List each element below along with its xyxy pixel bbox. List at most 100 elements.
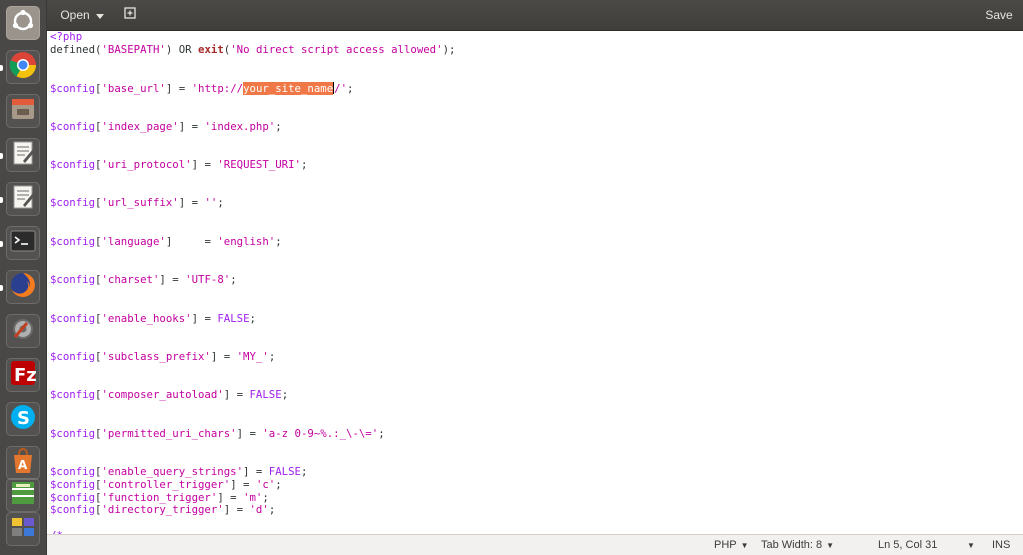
- code-token: 'language': [101, 234, 166, 248]
- code-token: $config: [50, 426, 96, 440]
- code-token: ;: [300, 157, 308, 171]
- firefox-launcher[interactable]: [4, 268, 42, 306]
- code-token: $config: [50, 503, 96, 517]
- status-bar: PHP ▼ Tab Width: 8 ▼ Ln 5, Col 31 ▼ INS: [47, 534, 1023, 555]
- code-line: $config['url_suffix'] = '';: [50, 196, 455, 210]
- file-manager-launcher[interactable]: [4, 92, 42, 130]
- new-tab-button[interactable]: [117, 3, 143, 26]
- code-token: =: [249, 465, 269, 479]
- code-token: =: [172, 82, 192, 96]
- chevron-down-icon: [95, 8, 104, 22]
- code-token: $config: [50, 273, 96, 287]
- code-token: ;: [268, 349, 276, 363]
- code-token: =: [230, 503, 250, 517]
- code-token: $config: [50, 349, 96, 363]
- text-editor-active-icon: [9, 183, 37, 215]
- language-selector[interactable]: PHP ▼: [714, 535, 749, 555]
- code-token: ) OR: [165, 42, 199, 56]
- running-indicator: [0, 285, 3, 291]
- text-editor-active-launcher[interactable]: [4, 180, 42, 218]
- chevron-down-icon: ▼: [740, 540, 749, 550]
- code-token: 'directory_trigger': [101, 503, 224, 517]
- code-token: 'd': [249, 503, 269, 517]
- skype-launcher[interactable]: S: [4, 400, 42, 438]
- code-token: =: [217, 349, 237, 363]
- code-token: 'index.php': [204, 119, 276, 133]
- code-token: 'uri_protocol': [101, 157, 192, 171]
- cursor-position-label: Ln 5, Col 31: [878, 539, 938, 551]
- code-token: 'c': [255, 477, 276, 491]
- code-token: ;: [275, 119, 282, 133]
- code-token: ;: [249, 311, 256, 325]
- code-token: =: [172, 234, 218, 248]
- text-editor-area[interactable]: <?php defined('BASEPATH') OR exit('No dir…: [47, 31, 1023, 535]
- code-token: 'm': [243, 490, 263, 504]
- code-token: =: [185, 119, 205, 133]
- chevron-down-icon: ▼: [826, 540, 835, 550]
- code-token: );: [442, 42, 456, 56]
- chrome-icon: [9, 51, 37, 83]
- terminal-icon: [9, 227, 37, 259]
- code-token: '': [204, 196, 218, 210]
- save-button-label: Save: [985, 7, 1013, 22]
- code-line: $config['composer_autoload'] = FALSE;: [50, 388, 455, 402]
- code-token: ;: [300, 465, 308, 479]
- code-token: 'index_page': [101, 119, 179, 133]
- code-line: $config['directory_trigger'] = 'd';: [50, 504, 455, 517]
- calculator-launcher[interactable]: [4, 476, 42, 514]
- code-token: 'composer_autoload': [101, 388, 224, 402]
- code-token: 'No direct script access allowed': [230, 42, 443, 56]
- tab-width-label: Tab Width: 8: [761, 539, 823, 551]
- code-token: 'function_trigger': [101, 490, 218, 504]
- code-token: defined(: [50, 42, 102, 56]
- workspace-switcher-launcher[interactable]: [4, 510, 42, 548]
- code-token: $config: [50, 465, 96, 479]
- code-token: ;: [275, 477, 282, 491]
- filezilla-launcher[interactable]: Fz: [4, 356, 42, 394]
- running-indicator: [0, 241, 3, 247]
- text-editor-launcher[interactable]: [4, 136, 42, 174]
- code-token: =: [243, 426, 263, 440]
- tab-width-selector[interactable]: Tab Width: 8 ▼: [761, 535, 834, 555]
- code-token: ;: [378, 426, 385, 440]
- code-token: $config: [50, 119, 96, 133]
- position-dropdown[interactable]: ▼: [963, 535, 975, 555]
- system-settings-icon: [9, 315, 37, 347]
- code-token: ;: [281, 388, 289, 402]
- code-token: 'BASEPATH': [101, 42, 166, 56]
- code-line: $config['index_page'] = 'index.php';: [50, 119, 455, 134]
- new-document-icon: [124, 7, 136, 22]
- insert-mode-indicator[interactable]: INS: [992, 535, 1010, 555]
- code-token: FALSE: [249, 388, 282, 402]
- code-token: exit: [198, 42, 224, 56]
- terminal-launcher[interactable]: [4, 224, 42, 262]
- open-button[interactable]: Open: [53, 3, 111, 26]
- cursor-position[interactable]: Ln 5, Col 31: [878, 535, 937, 555]
- code-token: ;: [275, 234, 282, 248]
- code-token: 'subclass_prefix': [101, 349, 211, 363]
- code-token: =: [198, 157, 218, 171]
- code-line: $config['language'] = 'english';: [50, 234, 455, 249]
- running-indicator: [0, 65, 3, 71]
- save-button[interactable]: Save: [979, 3, 1019, 26]
- chrome-launcher[interactable]: [4, 48, 42, 86]
- running-indicator: [0, 153, 3, 159]
- code-token: ;: [217, 196, 224, 210]
- code-token: 'base_url': [101, 82, 166, 96]
- calculator-icon: [9, 479, 37, 511]
- code-token: =: [236, 477, 256, 491]
- system-settings-launcher[interactable]: [4, 312, 42, 350]
- code-line: $config['enable_hooks'] = FALSE;: [50, 311, 455, 326]
- code-token: 'http://: [191, 82, 244, 96]
- code-token: 'enable_query_strings': [101, 465, 244, 479]
- ubuntu-launcher-launcher[interactable]: [4, 4, 42, 42]
- file-manager-icon: [9, 95, 37, 127]
- chevron-down-icon: ▼: [967, 540, 975, 550]
- code-token: 'a-z 0-9~%.:_\-\=': [262, 426, 379, 440]
- code-token: ;: [268, 503, 276, 517]
- selected-text: your_site_name: [243, 82, 334, 96]
- code-token: 'UTF-8': [185, 273, 231, 287]
